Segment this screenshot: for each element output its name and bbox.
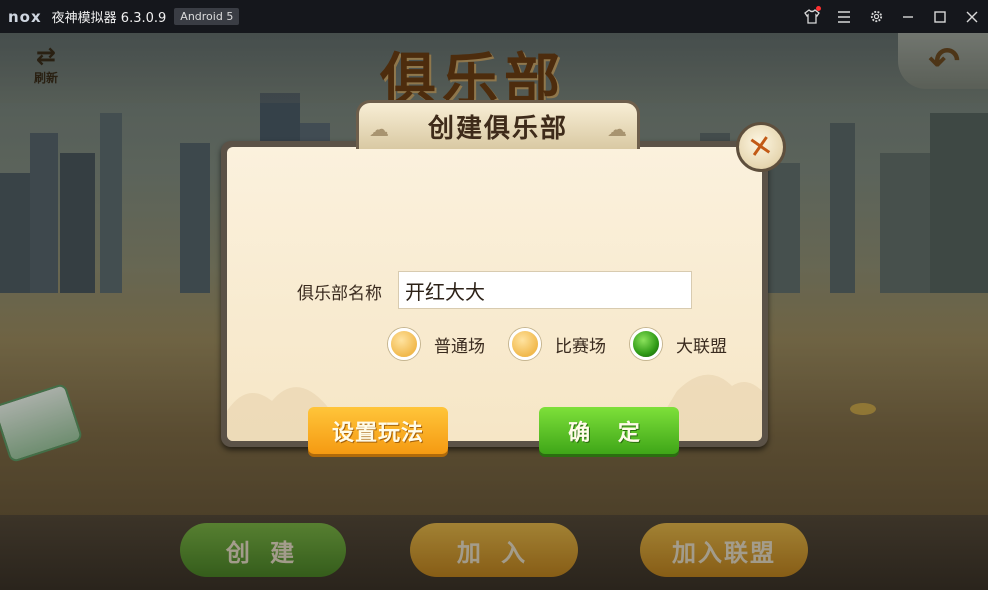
dialog-title: 创建俱乐部: [427, 113, 568, 144]
radio-alliance[interactable]: [630, 328, 662, 360]
mode-option-alliance[interactable]: 大联盟: [630, 328, 727, 360]
radio-normal[interactable]: [388, 328, 420, 360]
radio-normal-label: 普通场: [434, 336, 485, 357]
mode-option-normal[interactable]: 普通场: [388, 328, 485, 360]
notification-dot: [816, 6, 821, 11]
club-name-input[interactable]: 开红大大: [398, 271, 692, 309]
club-name-label: 俱乐部名称: [297, 284, 382, 304]
confirm-button[interactable]: 确 定: [539, 407, 679, 454]
join-button[interactable]: 加 入: [410, 523, 578, 577]
emulator-title-bar: nox 夜神模拟器 6.3.0.9 Android 5: [0, 0, 988, 33]
close-icon[interactable]: [956, 0, 988, 33]
set-rules-button[interactable]: 设置玩法: [308, 407, 448, 454]
nox-logo: nox: [8, 7, 42, 26]
join-alliance-button[interactable]: 加入联盟: [640, 523, 808, 577]
cloud-left-icon: ☁: [369, 117, 389, 141]
minimize-icon[interactable]: [892, 0, 924, 33]
close-x-icon: ✕: [745, 127, 777, 167]
create-button[interactable]: 创 建: [180, 523, 346, 577]
shirt-icon[interactable]: [796, 0, 828, 33]
dialog-title-plate: ☁ 创建俱乐部 ☁: [356, 100, 640, 149]
radio-match[interactable]: [509, 328, 541, 360]
radio-alliance-label: 大联盟: [676, 336, 727, 357]
settings-icon[interactable]: [860, 0, 892, 33]
radio-match-label: 比赛场: [555, 336, 606, 357]
mode-option-match[interactable]: 比赛场: [509, 328, 606, 360]
maximize-icon[interactable]: [924, 0, 956, 33]
menu-icon[interactable]: [828, 0, 860, 33]
android-version-badge: Android 5: [174, 8, 240, 25]
emulator-title: 夜神模拟器 6.3.0.9: [51, 11, 167, 26]
dialog-close-button[interactable]: ✕: [736, 122, 786, 172]
cloud-right-icon: ☁: [607, 117, 627, 141]
